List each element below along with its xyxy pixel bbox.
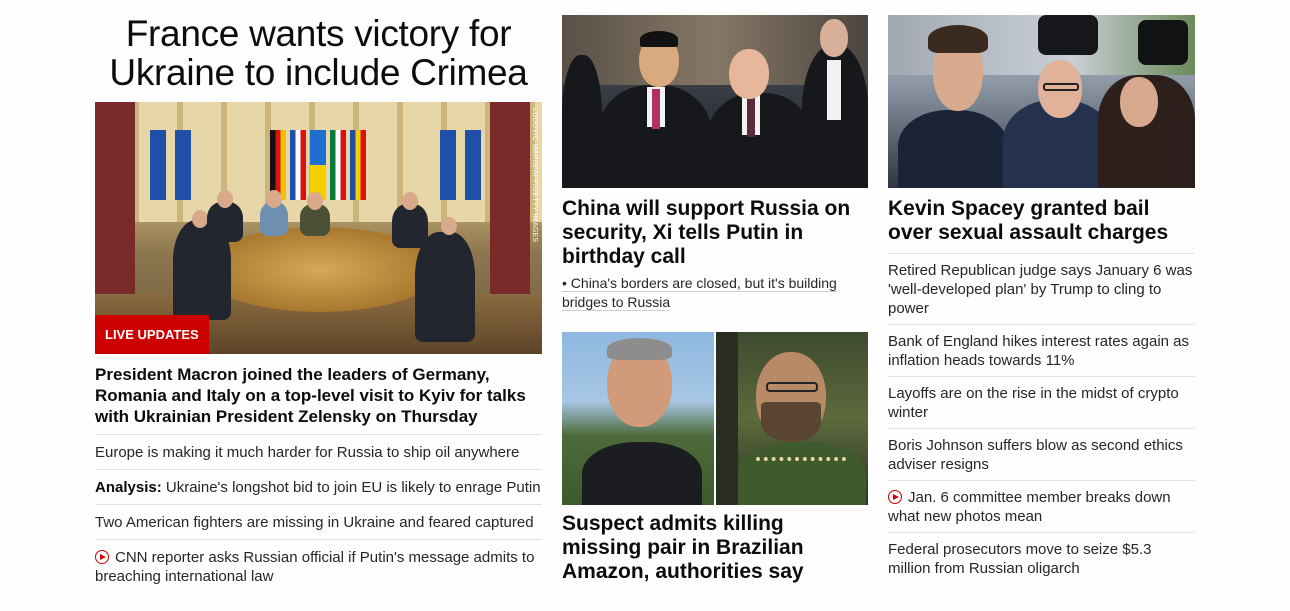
headline-link-text: Retired Republican judge says January 6 … <box>888 262 1193 317</box>
photo-person <box>898 110 1008 188</box>
photo-person <box>415 232 475 342</box>
photo-hair <box>607 338 672 360</box>
lead-caption[interactable]: President Macron joined the leaders of G… <box>95 364 542 427</box>
photo-flag <box>175 130 191 200</box>
photo-hair <box>928 25 988 53</box>
photo-tie <box>652 89 660 129</box>
photo-head <box>217 190 233 208</box>
photo-glasses <box>1043 83 1079 91</box>
spacey-photo[interactable] <box>888 15 1195 188</box>
suspect-headline[interactable]: Suspect admits killing missing pair in B… <box>562 512 868 584</box>
photo-face <box>729 49 769 99</box>
play-icon <box>888 490 902 504</box>
lead-related-links: Europe is making it much harder for Russ… <box>95 434 542 593</box>
photo-flag <box>290 130 306 200</box>
photo-head <box>441 217 457 235</box>
related-link[interactable]: Two American fighters are missing in Ukr… <box>95 504 542 539</box>
photo-beard <box>761 402 821 442</box>
headline-link-text: Jan. 6 committee member breaks down what… <box>888 489 1171 525</box>
photo-background-figure <box>716 332 738 505</box>
play-icon <box>95 550 109 564</box>
photo-face <box>820 19 848 57</box>
right-column: Kevin Spacey granted bail over sexual as… <box>888 0 1195 584</box>
related-video-link[interactable]: CNN reporter asks Russian official if Pu… <box>95 539 542 593</box>
china-borders-link[interactable]: • China's borders are closed, but it's b… <box>562 274 868 312</box>
photo-flag <box>330 130 346 200</box>
photo-person <box>736 442 866 505</box>
photo-flag <box>150 130 166 200</box>
headline-link[interactable]: Bank of England hikes interest rates aga… <box>888 324 1195 376</box>
related-link[interactable]: Europe is making it much harder for Russ… <box>95 434 542 469</box>
photo-person <box>207 202 243 242</box>
photo-head <box>307 192 323 210</box>
suspect-photo[interactable] <box>562 332 868 505</box>
photo-left-half <box>562 332 714 505</box>
headline-link-text: Federal prosecutors move to seize $5.3 m… <box>888 541 1152 577</box>
related-link-text: CNN reporter asks Russian official if Pu… <box>95 549 535 585</box>
middle-column: China will support Russia on security, X… <box>562 0 868 611</box>
photo-curtain <box>95 102 135 302</box>
analysis-label: Analysis: <box>95 479 162 496</box>
headline-link-text: Layoffs are on the rise in the midst of … <box>888 385 1179 421</box>
photo-person <box>562 55 602 188</box>
photo-head <box>402 192 418 210</box>
related-link-text: Europe is making it much harder for Russ… <box>95 444 520 461</box>
lead-headline[interactable]: France wants victory for Ukraine to incl… <box>95 14 542 92</box>
photo-hair <box>640 31 678 47</box>
headline-link[interactable]: Boris Johnson suffers blow as second eth… <box>888 428 1195 480</box>
spacey-headline[interactable]: Kevin Spacey granted bail over sexual as… <box>888 197 1195 245</box>
photo-face <box>1120 77 1158 127</box>
photo-flag <box>310 130 326 200</box>
related-link-text: Two American fighters are missing in Ukr… <box>95 514 534 531</box>
photo-flag <box>465 130 481 200</box>
photo-glasses <box>766 382 818 392</box>
live-updates-badge[interactable]: LIVE UPDATES <box>95 315 209 354</box>
photo-curtain <box>490 102 530 302</box>
xi-putin-photo[interactable] <box>562 15 868 188</box>
lead-story-column: France wants victory for Ukraine to incl… <box>95 0 542 593</box>
headline-link-text: Boris Johnson suffers blow as second eth… <box>888 437 1183 473</box>
photo-flag <box>350 130 366 200</box>
photo-shirt <box>827 60 841 120</box>
china-russia-headline[interactable]: China will support Russia on security, X… <box>562 197 868 269</box>
photo-credit: LUDOVIC MARIN/AFP/GETTY IMAGES <box>531 108 538 243</box>
right-headline-list: Retired Republican judge says January 6 … <box>888 253 1195 584</box>
headline-link[interactable]: Federal prosecutors move to seize $5.3 m… <box>888 532 1195 584</box>
headline-video-link[interactable]: Jan. 6 committee member breaks down what… <box>888 480 1195 532</box>
photo-necklace <box>756 457 846 467</box>
photo-tie <box>747 97 755 137</box>
china-borders-link-text: • China's borders are closed, but it's b… <box>562 275 837 311</box>
photo-head <box>192 210 208 228</box>
related-link[interactable]: Analysis: Ukraine's longshot bid to join… <box>95 469 542 504</box>
photo-camera <box>1038 15 1098 55</box>
photo-person <box>582 442 702 505</box>
headline-link[interactable]: Layoffs are on the rise in the midst of … <box>888 376 1195 428</box>
photo-flag <box>440 130 456 200</box>
photo-camera <box>1138 20 1188 65</box>
photo-head <box>266 190 282 208</box>
lead-photo[interactable]: LUDOVIC MARIN/AFP/GETTY IMAGES LIVE UPDA… <box>95 102 542 354</box>
headline-link[interactable]: Retired Republican judge says January 6 … <box>888 253 1195 324</box>
headline-link-text: Bank of England hikes interest rates aga… <box>888 333 1190 369</box>
photo-right-half <box>716 332 868 505</box>
related-link-text: Ukraine's longshot bid to join EU is lik… <box>161 479 541 496</box>
